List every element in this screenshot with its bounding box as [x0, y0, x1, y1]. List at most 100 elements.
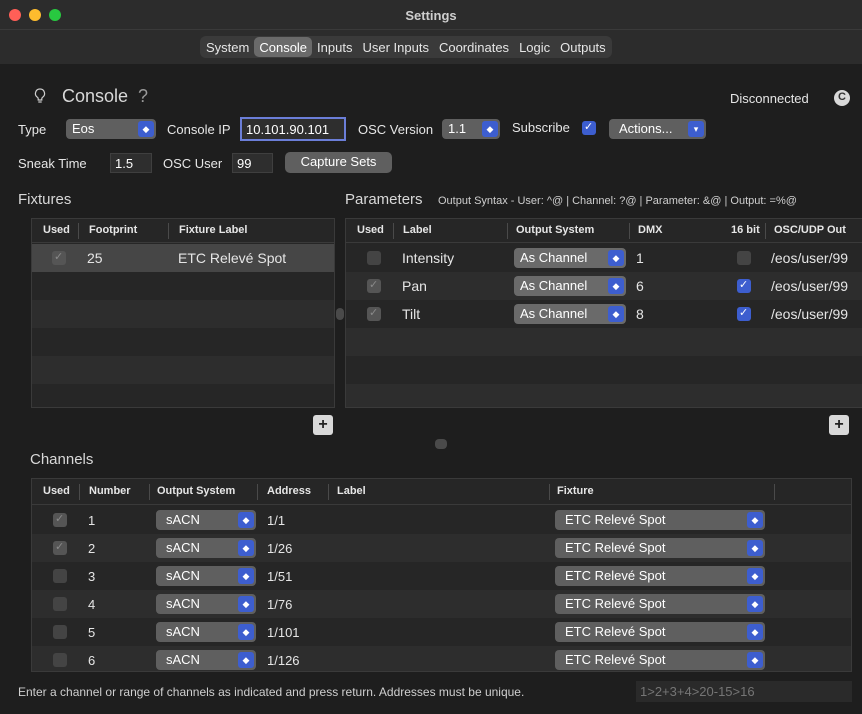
- table-row[interactable]: 2 sACN ◆ 1/26 ETC Relevé Spot ◆: [32, 534, 851, 562]
- param-output-system-popup[interactable]: As Channel ◆: [514, 248, 626, 268]
- channel-output-system-popup[interactable]: sACN ◆: [156, 510, 256, 530]
- subscribe-checkbox[interactable]: [582, 120, 596, 135]
- lightbulb-icon: [34, 88, 46, 103]
- fixtures-col-footprint[interactable]: Footprint: [89, 224, 137, 236]
- param-osc-out: /eos/user/99: [771, 306, 849, 322]
- parameters-table: Used Label Output System DMX 16 bit OSC/…: [345, 218, 862, 408]
- param-output-system-value: As Channel: [520, 250, 588, 265]
- params-col-dmx[interactable]: DMX: [638, 224, 662, 236]
- channel-address: 1/76: [267, 597, 293, 612]
- channel-fixture-popup[interactable]: ETC Relevé Spot ◆: [555, 650, 765, 670]
- table-row[interactable]: 3 sACN ◆ 1/51 ETC Relevé Spot ◆: [32, 562, 851, 590]
- channel-used-checkbox[interactable]: [53, 653, 67, 667]
- sneak-time-input[interactable]: 1.5: [110, 153, 152, 173]
- channel-number: 4: [88, 597, 96, 612]
- channel-output-system-value: sACN: [166, 540, 200, 555]
- channels-col-address[interactable]: Address: [267, 485, 311, 497]
- table-row[interactable]: 4 sACN ◆ 1/76 ETC Relevé Spot ◆: [32, 590, 851, 618]
- channel-address: 1/101: [267, 625, 300, 640]
- capture-sets-button[interactable]: Capture Sets: [285, 152, 392, 173]
- channels-col-output-system[interactable]: Output System: [157, 485, 235, 497]
- channel-range-input[interactable]: [636, 681, 852, 702]
- subscribe-label: Subscribe: [512, 120, 570, 135]
- console-help-button[interactable]: ?: [138, 86, 148, 107]
- tab-segmented-control: System Console Inputs User Inputs Coordi…: [200, 36, 612, 58]
- params-col-16bit[interactable]: 16 bit: [731, 224, 760, 236]
- table-row[interactable]: 5 sACN ◆ 1/101 ETC Relevé Spot ◆: [32, 618, 851, 646]
- params-col-label[interactable]: Label: [403, 224, 432, 236]
- tab-console[interactable]: Console: [254, 37, 313, 57]
- tab-system[interactable]: System: [201, 37, 254, 57]
- channel-fixture-popup[interactable]: ETC Relevé Spot ◆: [555, 510, 765, 530]
- tab-logic[interactable]: Logic: [514, 37, 555, 57]
- parameters-table-header: Used Label Output System DMX 16 bit OSC/…: [346, 219, 862, 243]
- channel-output-system-value: sACN: [166, 512, 200, 527]
- osc-user-input[interactable]: 99: [232, 153, 273, 173]
- param-16bit-checkbox[interactable]: [737, 251, 751, 265]
- params-col-used[interactable]: Used: [357, 224, 384, 236]
- channel-fixture-popup[interactable]: ETC Relevé Spot ◆: [555, 538, 765, 558]
- channel-output-system-popup[interactable]: sACN ◆: [156, 622, 256, 642]
- console-ip-label: Console IP: [167, 122, 231, 137]
- connection-icon[interactable]: C: [834, 90, 850, 106]
- vertical-splitter-handle[interactable]: [336, 308, 344, 320]
- channels-col-label[interactable]: Label: [337, 485, 366, 497]
- params-col-osc-out[interactable]: OSC/UDP Out: [774, 224, 846, 236]
- osc-version-popup[interactable]: 1.1 ◆: [442, 119, 500, 139]
- channel-fixture-popup[interactable]: ETC Relevé Spot ◆: [555, 594, 765, 614]
- channel-number: 3: [88, 569, 96, 584]
- param-used-checkbox[interactable]: [367, 306, 381, 321]
- type-popup[interactable]: Eos ◆: [66, 119, 156, 139]
- stepper-icon: ◆: [238, 512, 254, 528]
- channels-col-used[interactable]: Used: [43, 485, 70, 497]
- param-output-system-value: As Channel: [520, 278, 588, 293]
- stepper-icon: ◆: [747, 624, 763, 640]
- table-row[interactable]: Pan As Channel ◆ 6 /eos/user/99: [346, 272, 862, 300]
- console-ip-input[interactable]: 10.101.90.101: [240, 117, 346, 141]
- channel-output-system-popup[interactable]: sACN ◆: [156, 566, 256, 586]
- actions-menu[interactable]: Actions... ▾: [609, 119, 706, 139]
- tab-user-inputs[interactable]: User Inputs: [357, 37, 433, 57]
- param-used-checkbox[interactable]: [367, 278, 381, 293]
- channel-used-checkbox[interactable]: [53, 569, 67, 583]
- stepper-icon: ◆: [238, 624, 254, 640]
- add-fixture-button[interactable]: +: [313, 415, 333, 435]
- tab-inputs[interactable]: Inputs: [312, 37, 357, 57]
- tab-coordinates[interactable]: Coordinates: [434, 37, 514, 57]
- channel-used-checkbox[interactable]: [53, 625, 67, 639]
- channel-output-system-popup[interactable]: sACN ◆: [156, 594, 256, 614]
- param-output-system-popup[interactable]: As Channel ◆: [514, 304, 626, 324]
- tab-outputs[interactable]: Outputs: [555, 37, 611, 57]
- channel-output-system-popup[interactable]: sACN ◆: [156, 650, 256, 670]
- channel-used-checkbox[interactable]: [53, 512, 67, 527]
- fixtures-col-label[interactable]: Fixture Label: [179, 224, 247, 236]
- param-16bit-checkbox[interactable]: [737, 306, 751, 321]
- channel-fixture-popup[interactable]: ETC Relevé Spot ◆: [555, 622, 765, 642]
- channels-col-number[interactable]: Number: [89, 485, 131, 497]
- table-row[interactable]: 25 ETC Relevé Spot: [32, 244, 334, 272]
- channels-col-fixture[interactable]: Fixture: [557, 485, 594, 497]
- params-col-output-system[interactable]: Output System: [516, 224, 594, 236]
- table-row[interactable]: 1 sACN ◆ 1/1 ETC Relevé Spot ◆: [32, 506, 851, 534]
- param-used-checkbox[interactable]: [367, 251, 381, 265]
- add-parameter-button[interactable]: +: [829, 415, 849, 435]
- channel-number: 1: [88, 513, 96, 528]
- channel-used-checkbox[interactable]: [53, 540, 67, 555]
- channel-used-checkbox[interactable]: [53, 597, 67, 611]
- osc-version-label: OSC Version: [358, 122, 434, 137]
- sneak-time-label: Sneak Time: [18, 156, 87, 171]
- channel-output-system-popup[interactable]: sACN ◆: [156, 538, 256, 558]
- horizontal-splitter-handle[interactable]: [435, 439, 447, 449]
- channel-address: 1/1: [267, 513, 286, 528]
- channel-fixture-popup[interactable]: ETC Relevé Spot ◆: [555, 566, 765, 586]
- table-row[interactable]: Intensity As Channel ◆ 1 /eos/user/99: [346, 244, 862, 272]
- fixture-used-checkbox[interactable]: [52, 250, 66, 265]
- parameters-title: Parameters: [345, 191, 423, 208]
- param-16bit-checkbox[interactable]: [737, 278, 751, 293]
- table-row[interactable]: Tilt As Channel ◆ 8 /eos/user/99: [346, 300, 862, 328]
- table-row[interactable]: 6 sACN ◆ 1/126 ETC Relevé Spot ◆: [32, 646, 851, 671]
- param-label: Pan: [402, 278, 427, 294]
- channel-output-system-value: sACN: [166, 624, 200, 639]
- fixtures-col-used[interactable]: Used: [43, 224, 70, 236]
- param-output-system-popup[interactable]: As Channel ◆: [514, 276, 626, 296]
